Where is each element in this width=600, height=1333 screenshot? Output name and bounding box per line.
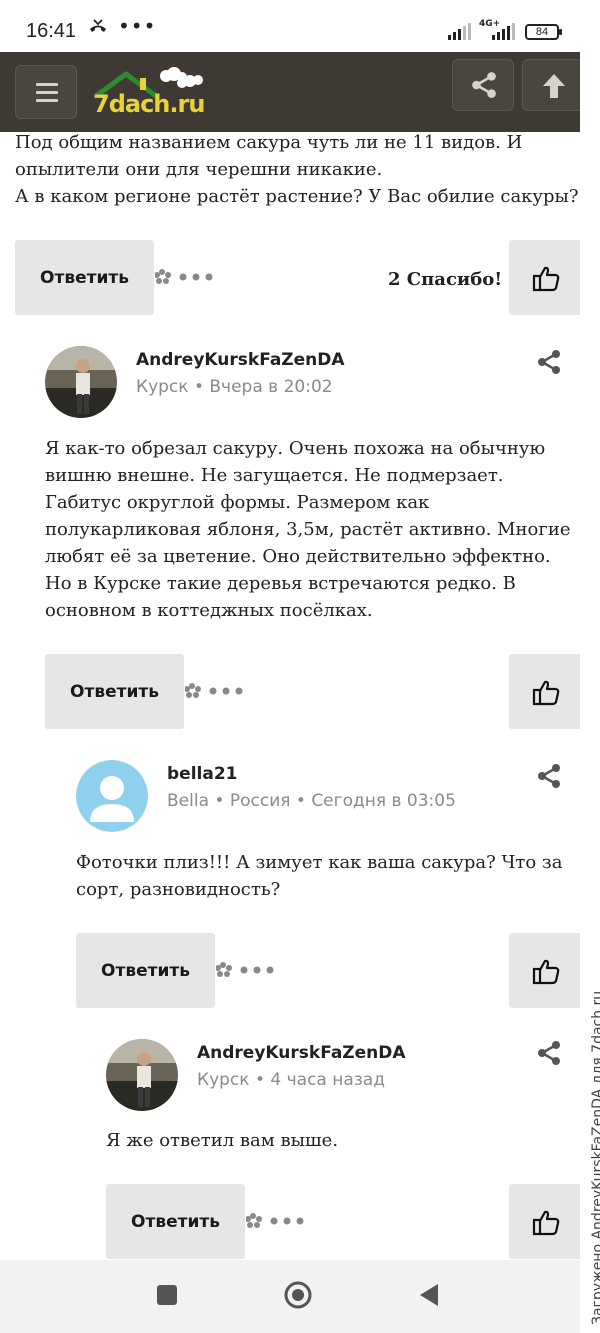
status-time: 16:41 bbox=[26, 20, 77, 42]
comment-time: Сегодня в 03:05 bbox=[311, 791, 456, 811]
author-location: Курск bbox=[136, 377, 189, 397]
header-share-button[interactable] bbox=[452, 59, 514, 111]
comment-text: Я как-то обрезал сакуру. Очень похожа на… bbox=[45, 438, 571, 621]
comment-text: Я же ответил вам выше. bbox=[106, 1130, 339, 1151]
battery-icon: 84 bbox=[525, 24, 562, 40]
comment-meta: Курск • Вчера в 20:02 bbox=[136, 377, 333, 397]
comment-text: Фоточки плиз!!! А зимует как ваша сакура… bbox=[76, 852, 563, 900]
reply-button[interactable]: Ответить bbox=[76, 933, 215, 1008]
meta-separator: • bbox=[290, 791, 312, 811]
signal-icon-secondary bbox=[492, 23, 515, 40]
author-name[interactable]: AndreyKurskFaZenDA bbox=[136, 350, 345, 370]
more-options-icon[interactable] bbox=[185, 681, 249, 701]
status-overflow-dots: ••• bbox=[118, 14, 157, 38]
signal-icon bbox=[448, 23, 471, 40]
comment-meta: Курск • 4 часа назад bbox=[197, 1070, 385, 1090]
hamburger-icon bbox=[36, 83, 58, 86]
comments-feed[interactable]: Под общим названием сакура чуть ли не 11… bbox=[0, 132, 580, 1260]
avatar[interactable] bbox=[45, 346, 117, 418]
comment-time: Вчера в 20:02 bbox=[209, 377, 333, 397]
author-location: Россия bbox=[229, 791, 291, 811]
hamburger-icon-line bbox=[36, 91, 58, 94]
author-name[interactable]: bella21 bbox=[167, 764, 237, 784]
like-button[interactable] bbox=[509, 654, 580, 729]
missed-call-icon bbox=[90, 19, 106, 32]
comment-text: Под общим названием сакура чуть ли не 11… bbox=[15, 132, 579, 207]
status-bar: 16:41 ••• 4G+ 84 bbox=[0, 0, 580, 52]
share-icon[interactable] bbox=[536, 1040, 562, 1066]
thumbs-up-icon bbox=[532, 680, 560, 706]
share-icon[interactable] bbox=[536, 349, 562, 375]
arrow-up-icon bbox=[543, 74, 565, 98]
reply-button[interactable]: Ответить bbox=[45, 654, 184, 729]
like-button[interactable] bbox=[509, 1184, 580, 1259]
author-location: Курск bbox=[197, 1070, 250, 1090]
like-button[interactable] bbox=[509, 240, 580, 315]
author-name[interactable]: AndreyKurskFaZenDA bbox=[197, 1043, 406, 1063]
default-user-icon bbox=[76, 760, 148, 832]
share-icon[interactable] bbox=[536, 763, 562, 789]
watermark-strip: Загружено AndreyKurskFaZenDA для 7dach.r… bbox=[580, 0, 600, 1333]
reply-button[interactable]: Ответить bbox=[15, 240, 154, 315]
logo-text: 7dach.ru bbox=[93, 90, 205, 118]
comment-time: 4 часа назад bbox=[270, 1070, 385, 1090]
meta-separator: • bbox=[249, 1070, 271, 1090]
thumbs-up-icon bbox=[532, 1210, 560, 1236]
home-button[interactable] bbox=[283, 1280, 313, 1310]
back-button[interactable] bbox=[418, 1282, 440, 1308]
user-photo bbox=[45, 346, 117, 418]
avatar[interactable] bbox=[106, 1039, 178, 1111]
thumbs-up-icon bbox=[532, 266, 560, 292]
meta-separator: • bbox=[209, 791, 230, 811]
menu-button[interactable] bbox=[15, 65, 77, 119]
more-options-icon[interactable] bbox=[246, 1211, 310, 1231]
user-photo bbox=[106, 1039, 178, 1111]
battery-level: 84 bbox=[535, 26, 549, 38]
author-display-name: Bella bbox=[167, 791, 209, 811]
more-options-icon[interactable] bbox=[155, 267, 219, 287]
system-nav-bar bbox=[0, 1260, 580, 1333]
recent-apps-button[interactable] bbox=[157, 1285, 177, 1305]
avatar[interactable] bbox=[76, 760, 148, 832]
like-button[interactable] bbox=[509, 933, 580, 1008]
scroll-up-button[interactable] bbox=[522, 59, 584, 111]
thumbs-up-icon bbox=[532, 959, 560, 985]
more-options-icon[interactable] bbox=[216, 960, 280, 980]
comment-meta: Bella • Россия • Сегодня в 03:05 bbox=[167, 791, 456, 811]
meta-separator: • bbox=[188, 377, 210, 397]
watermark-text: Загружено AndreyKurskFaZenDA для 7dach.r… bbox=[590, 990, 600, 1325]
reply-button[interactable]: Ответить bbox=[106, 1184, 245, 1259]
thanks-count: 2 Спасибо! bbox=[388, 269, 503, 290]
share-icon bbox=[472, 72, 496, 98]
app-header: 7dach.ru bbox=[0, 52, 584, 132]
hamburger-icon-line bbox=[36, 99, 58, 102]
